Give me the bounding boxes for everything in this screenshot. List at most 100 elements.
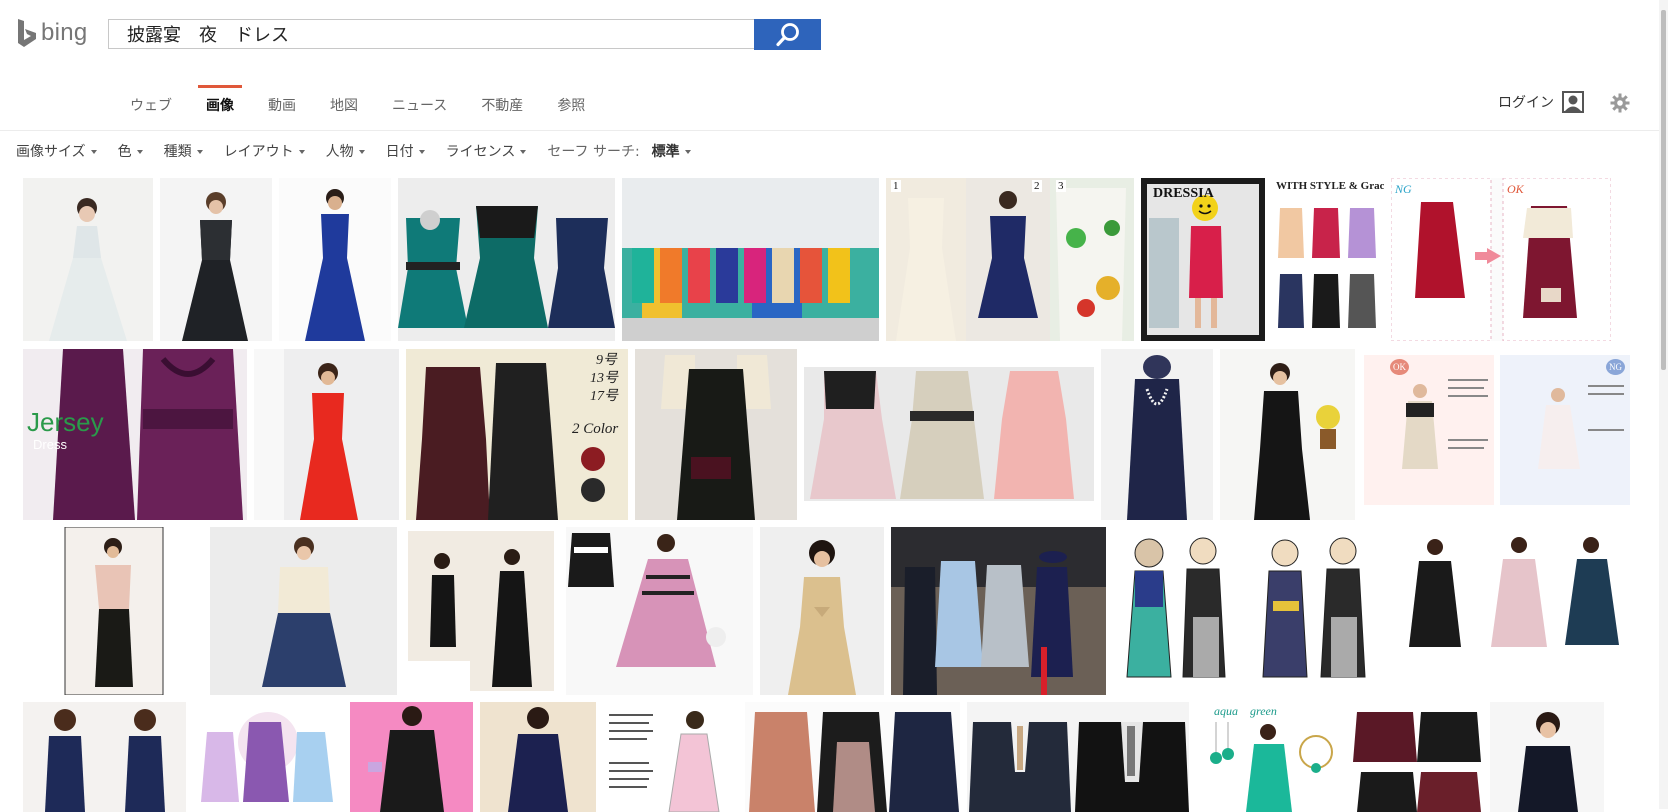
filter-layout[interactable]: レイアウト <box>224 141 305 161</box>
image-result[interactable] <box>193 702 343 812</box>
image-result[interactable]: Jersey Dress <box>23 349 247 520</box>
image-result[interactable] <box>1490 702 1604 812</box>
result-row: Jersey Dress 9号 13号 17号 2 Color OK NG <box>23 349 1632 520</box>
bing-logo[interactable]: bing <box>16 18 88 48</box>
dress-thumbnail <box>886 178 1134 341</box>
image-result[interactable] <box>1113 527 1388 695</box>
image-result[interactable] <box>967 702 1189 812</box>
image-result[interactable] <box>279 178 391 341</box>
filter-label: 日付 <box>385 144 414 160</box>
image-result[interactable] <box>745 702 960 812</box>
dress-thumbnail <box>635 349 797 520</box>
image-result[interactable] <box>1220 349 1355 520</box>
header-divider <box>0 130 1668 131</box>
image-result[interactable] <box>23 527 203 695</box>
scrollbar-thumb[interactable] <box>1661 10 1666 370</box>
dress-thumbnail <box>566 527 753 695</box>
image-result[interactable] <box>210 527 397 695</box>
vertical-tabs: ウェブ 画像 動画 地図 ニュース 不動産 参照 <box>130 85 619 118</box>
tab-videos[interactable]: 動画 <box>268 88 296 118</box>
tile-ok-label: OK <box>1390 359 1409 375</box>
tab-reference[interactable]: 参照 <box>557 88 585 118</box>
image-result[interactable]: aqua green <box>1196 702 1344 812</box>
image-result[interactable]: 9号 13号 17号 2 Color <box>406 349 628 520</box>
search-box[interactable] <box>108 19 754 49</box>
filter-type[interactable]: 種類 <box>164 141 203 161</box>
image-result[interactable] <box>566 527 753 695</box>
filter-label: ライセンス <box>445 144 516 160</box>
safe-search-value: 標準 <box>651 144 680 160</box>
tile-size-label: 9号 <box>596 353 617 368</box>
image-result[interactable]: DRESSIA <box>1141 178 1265 341</box>
search-input[interactable] <box>109 20 754 48</box>
filter-bar: 画像サイズ 色 種類 レイアウト 人物 日付 ライセンス セーフ サーチ: 標準 <box>16 141 691 161</box>
result-row: aqua green <box>23 702 1604 812</box>
search-button[interactable] <box>754 19 821 50</box>
image-result[interactable] <box>603 702 738 812</box>
dress-thumbnail <box>480 702 596 812</box>
filter-license[interactable]: ライセンス <box>446 141 527 161</box>
image-result[interactable]: 1 2 3 <box>886 178 1134 341</box>
image-result[interactable] <box>350 702 473 812</box>
image-result[interactable] <box>760 527 884 695</box>
dress-thumbnail <box>23 702 186 812</box>
image-result[interactable]: WITH STYLE & Grace <box>1272 178 1384 341</box>
tab-realestate[interactable]: 不動産 <box>481 88 523 118</box>
image-result[interactable] <box>1395 527 1627 695</box>
image-result[interactable] <box>804 349 1094 520</box>
image-result[interactable] <box>635 349 797 520</box>
result-row: 1 2 3 DRESSIA WITH STYLE & Grace NG OK <box>23 178 1611 341</box>
filter-image-size[interactable]: 画像サイズ <box>16 141 97 161</box>
image-result[interactable] <box>404 527 559 695</box>
chevron-down-icon <box>684 150 691 154</box>
dress-thumbnail <box>23 527 203 695</box>
safe-search-dropdown[interactable]: 標準 <box>652 141 691 161</box>
image-result[interactable] <box>480 702 596 812</box>
image-result[interactable] <box>1101 349 1213 520</box>
tile-caption: Jersey <box>27 407 104 437</box>
dress-thumbnail <box>1220 349 1355 520</box>
dress-thumbnail <box>398 178 615 341</box>
image-result[interactable] <box>622 178 879 341</box>
dress-thumbnail <box>1272 178 1384 341</box>
tile-size-label: 13号 <box>590 371 618 386</box>
dress-thumbnail <box>760 527 884 695</box>
filter-date[interactable]: 日付 <box>386 141 425 161</box>
tab-news[interactable]: ニュース <box>392 88 447 118</box>
filter-color[interactable]: 色 <box>118 141 143 161</box>
filter-label: レイアウト <box>223 144 294 160</box>
image-result[interactable] <box>23 702 186 812</box>
image-result[interactable] <box>23 178 153 341</box>
user-avatar-icon <box>1562 91 1584 113</box>
tile-number-label: 1 <box>891 180 901 192</box>
tile-caption: aqua green <box>1214 704 1277 718</box>
tile-size-label: 17号 <box>590 389 618 404</box>
tab-images[interactable]: 画像 <box>198 85 242 118</box>
image-result[interactable]: NG OK <box>1391 178 1611 341</box>
illustration-thumbnail <box>193 702 343 812</box>
image-result[interactable] <box>398 178 615 341</box>
suit-thumbnail <box>967 702 1189 812</box>
illustration-thumbnail <box>603 702 738 812</box>
image-result[interactable] <box>160 178 272 341</box>
image-result[interactable] <box>891 527 1106 695</box>
tile-ng-label: NG <box>1395 182 1412 196</box>
chevron-down-icon <box>358 150 365 154</box>
tile-caption: WITH STYLE & Grace <box>1276 180 1384 192</box>
settings-button[interactable] <box>1610 93 1630 117</box>
image-result[interactable]: OK NG <box>1362 349 1632 520</box>
tile-color-label: 2 Color <box>572 421 619 437</box>
image-result[interactable] <box>1351 702 1483 812</box>
filter-people[interactable]: 人物 <box>326 141 365 161</box>
royal-wedding-thumbnail <box>891 527 1106 695</box>
login-link[interactable]: ログイン <box>1498 91 1584 113</box>
bing-logo-icon <box>18 19 36 47</box>
dress-thumbnail <box>1141 178 1265 341</box>
dress-thumbnail <box>350 702 473 812</box>
image-result[interactable] <box>254 349 399 520</box>
chevron-down-icon <box>196 150 203 154</box>
tab-maps[interactable]: 地図 <box>330 88 358 118</box>
filter-label: 画像サイズ <box>16 144 86 160</box>
tab-web[interactable]: ウェブ <box>130 88 172 118</box>
result-row <box>23 527 1627 695</box>
